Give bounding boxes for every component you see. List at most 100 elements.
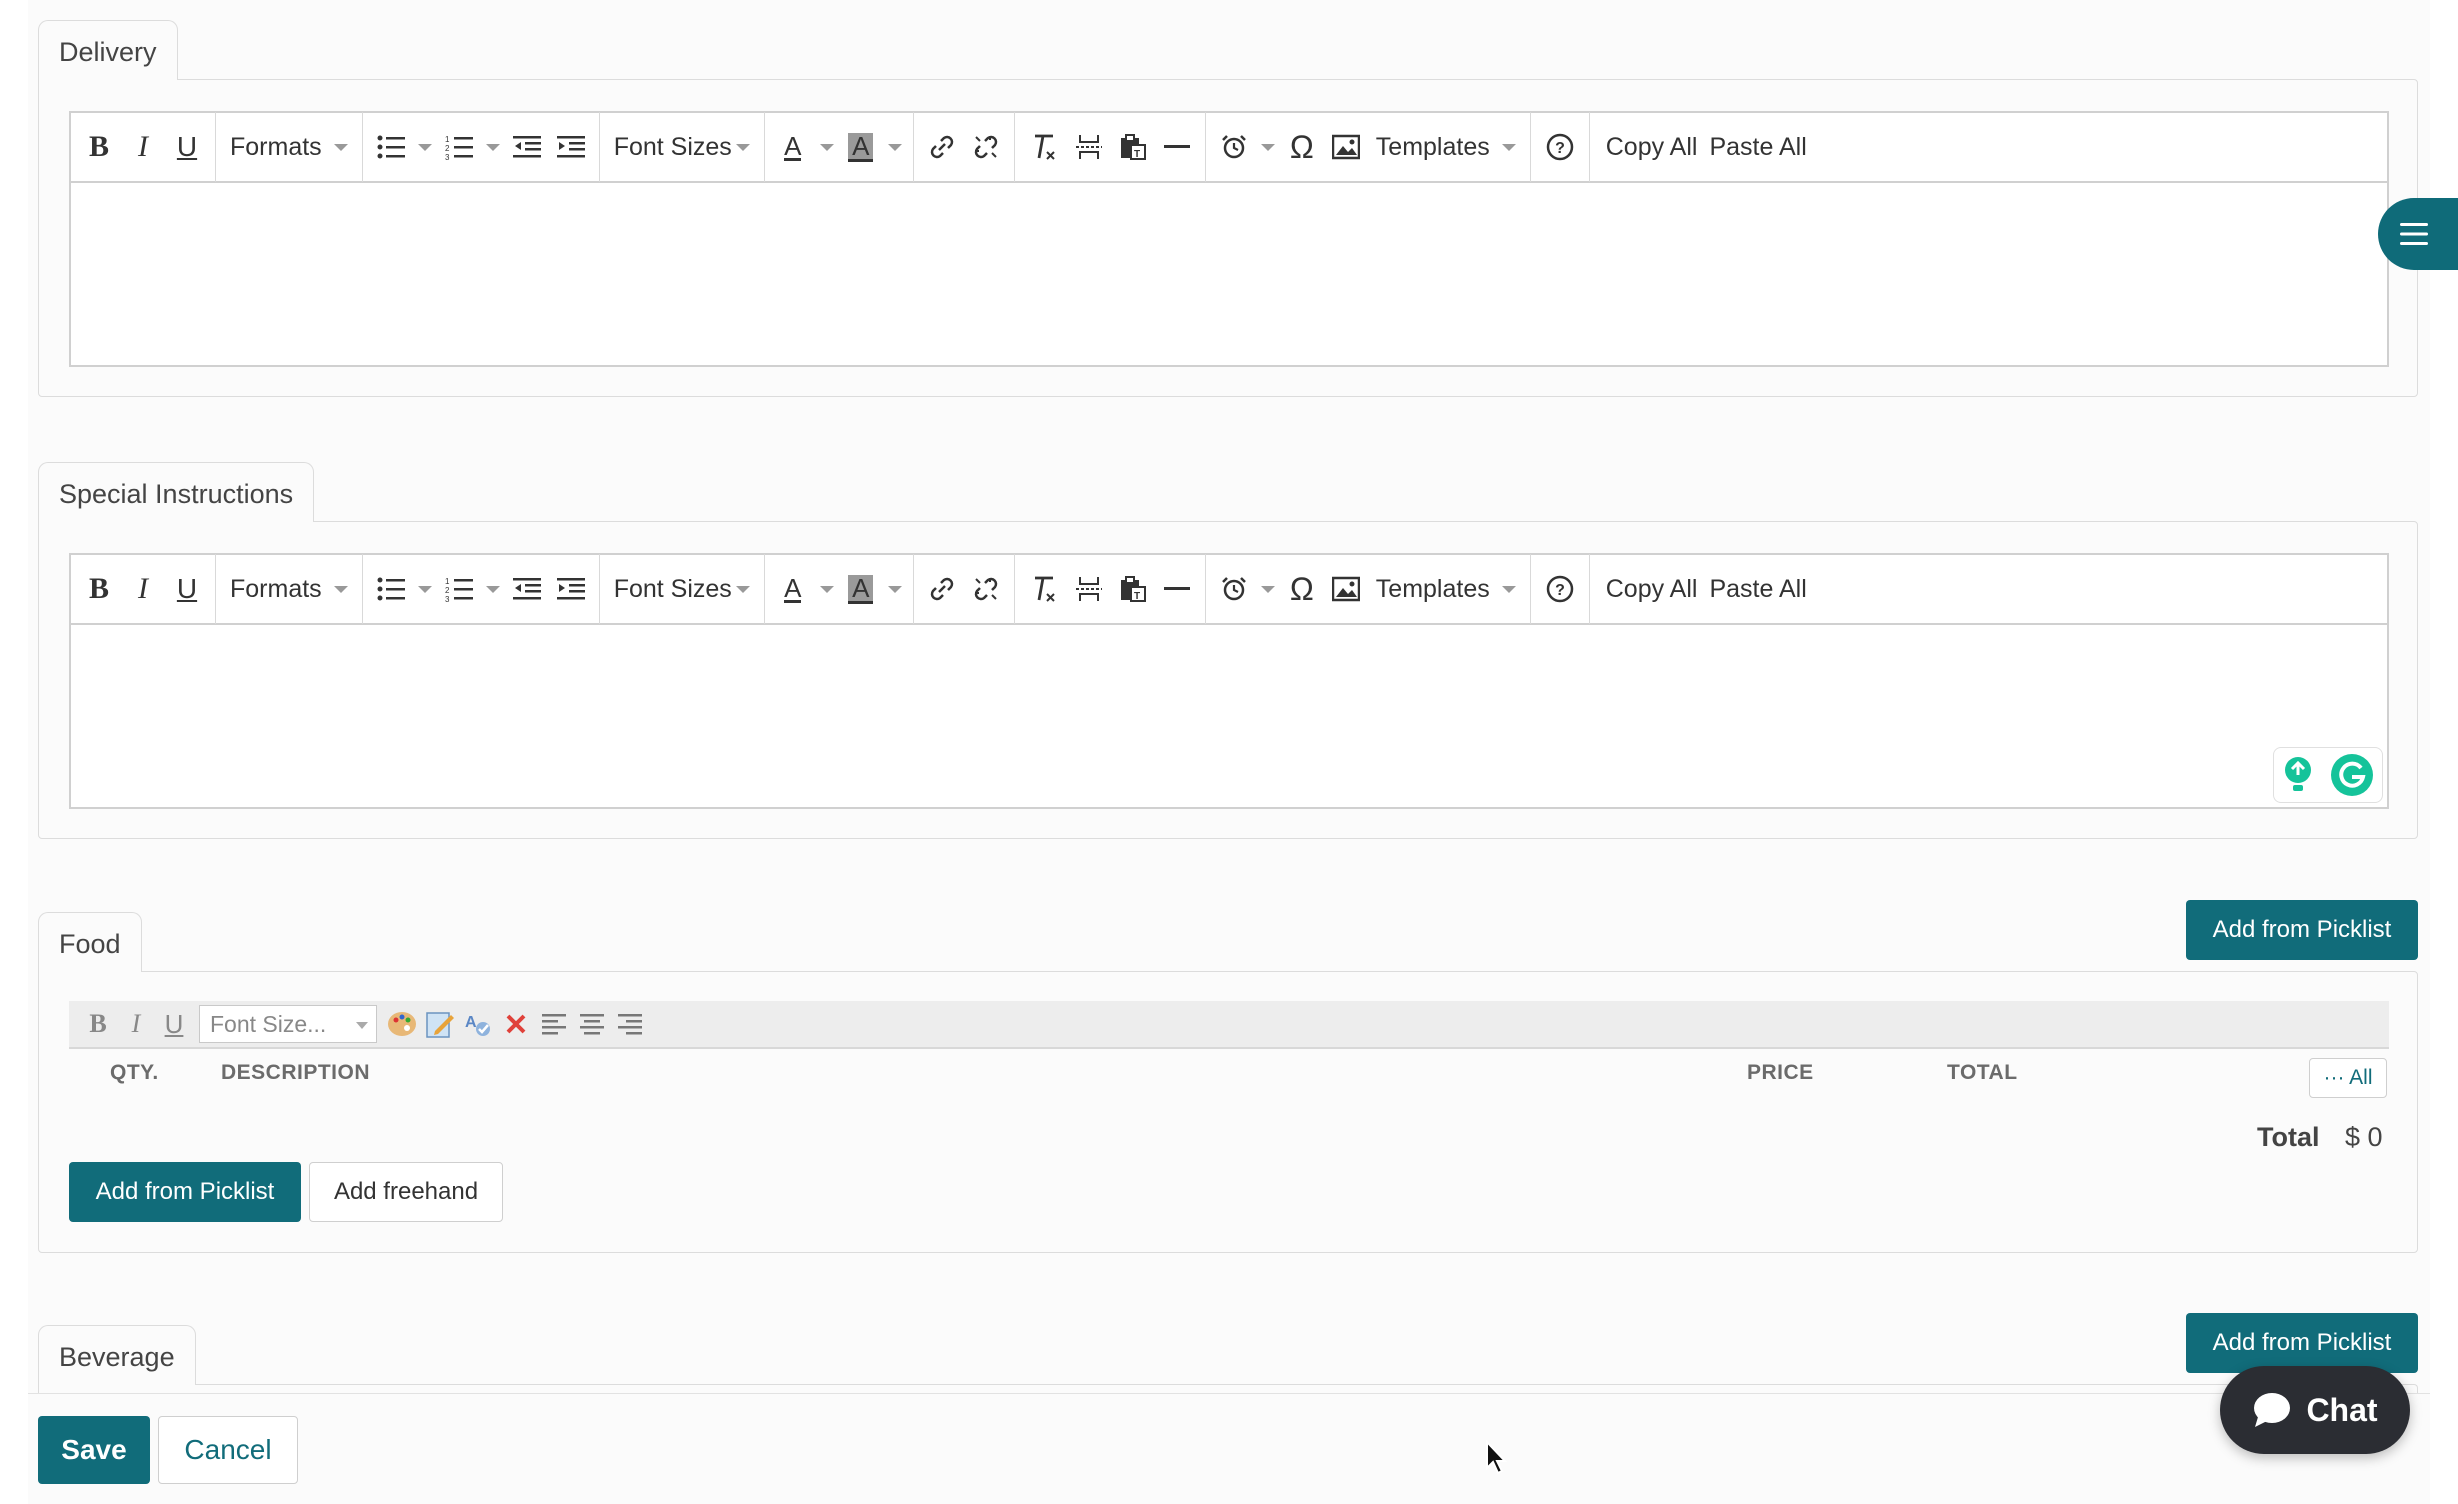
remove-format-button[interactable] <box>497 1004 535 1044</box>
underline-button[interactable]: U <box>165 125 209 169</box>
text-color-button[interactable]: A <box>771 567 815 611</box>
text-color-caret[interactable] <box>815 567 839 611</box>
page-break-button[interactable] <box>1067 125 1111 169</box>
background-color-caret[interactable] <box>883 125 907 169</box>
insert-time-caret[interactable] <box>1256 125 1280 169</box>
indent-button[interactable] <box>549 567 593 611</box>
cancel-button[interactable]: Cancel <box>158 1416 298 1484</box>
align-right-icon <box>618 1014 642 1035</box>
formats-dropdown[interactable]: Formats <box>222 567 356 611</box>
bullet-list-caret[interactable] <box>413 125 437 169</box>
text-color-caret[interactable] <box>815 125 839 169</box>
horizontal-line-button[interactable] <box>1155 125 1199 169</box>
paste-text-button[interactable]: T <box>1111 567 1155 611</box>
outdent-button[interactable] <box>505 567 549 611</box>
special-editor-body[interactable] <box>71 625 2387 805</box>
outdent-icon <box>512 136 541 158</box>
grammarly-icon[interactable] <box>2330 753 2374 797</box>
clear-formatting-button[interactable] <box>1021 567 1067 611</box>
paste-all-button[interactable]: Paste All <box>1707 133 1816 162</box>
link-icon <box>930 577 954 601</box>
background-color-button[interactable]: A <box>839 567 883 611</box>
mini-italic-button[interactable]: I <box>117 1004 155 1044</box>
text-color-button[interactable]: A <box>771 125 815 169</box>
italic-button[interactable]: I <box>121 567 165 611</box>
indent-button[interactable] <box>549 125 593 169</box>
bullet-list-caret[interactable] <box>413 567 437 611</box>
font-sizes-dropdown[interactable]: Font Sizes <box>606 567 758 611</box>
outdent-button[interactable] <box>505 125 549 169</box>
link-button[interactable] <box>920 567 964 611</box>
numbered-list-button[interactable]: 123 <box>437 125 481 169</box>
paste-all-button[interactable]: Paste All <box>1707 575 1816 604</box>
templates-dropdown[interactable]: Templates <box>1368 125 1524 169</box>
unlink-icon <box>974 135 998 159</box>
horizontal-line-button[interactable] <box>1155 567 1199 611</box>
italic-button[interactable]: I <box>121 125 165 169</box>
beverage-tab[interactable]: Beverage <box>38 1325 196 1385</box>
grammarly-widget[interactable] <box>2273 747 2383 803</box>
page-break-icon <box>1075 135 1102 159</box>
insert-time-button[interactable] <box>1212 567 1256 611</box>
numbered-list-caret[interactable] <box>481 125 505 169</box>
add-freehand-button[interactable]: Add freehand <box>309 1162 503 1222</box>
mini-bold-button[interactable]: B <box>79 1004 117 1044</box>
bullet-list-button[interactable] <box>369 567 413 611</box>
food-panel: B I U Font Size... A QTY. DESCRIPTION PR… <box>38 971 2418 1253</box>
background-color-caret[interactable] <box>883 567 907 611</box>
insert-image-button[interactable] <box>1324 125 1368 169</box>
beverage-title: Beverage <box>59 1342 175 1372</box>
mini-underline-button[interactable]: U <box>155 1004 193 1044</box>
food-add-from-picklist-header-button[interactable]: Add from Picklist <box>2186 900 2418 960</box>
clear-formatting-button[interactable] <box>1021 125 1067 169</box>
special-character-button[interactable]: Ω <box>1280 567 1324 611</box>
underline-button[interactable]: U <box>165 567 209 611</box>
add-from-picklist-button[interactable]: Add from Picklist <box>69 1162 301 1222</box>
spellcheck-button[interactable]: A <box>459 1004 497 1044</box>
align-left-button[interactable] <box>535 1004 573 1044</box>
delivery-tab[interactable]: Delivery <box>38 20 178 80</box>
insert-time-button[interactable] <box>1212 125 1256 169</box>
link-icon <box>930 135 954 159</box>
paste-text-button[interactable]: T <box>1111 125 1155 169</box>
font-sizes-dropdown[interactable]: Font Sizes <box>606 125 758 169</box>
align-right-button[interactable] <box>611 1004 649 1044</box>
beverage-add-from-picklist-button[interactable]: Add from Picklist <box>2186 1313 2418 1373</box>
templates-dropdown[interactable]: Templates <box>1368 567 1524 611</box>
page-break-button[interactable] <box>1067 567 1111 611</box>
unlink-button[interactable] <box>964 125 1008 169</box>
unlink-button[interactable] <box>964 567 1008 611</box>
edit-html-button[interactable] <box>421 1004 459 1044</box>
delivery-section: Delivery B I U Formats 1 2 3 Font Sizes … <box>38 20 2418 400</box>
numbered-list-button[interactable]: 123 <box>437 567 481 611</box>
font-size-select[interactable]: Font Size... <box>199 1005 377 1043</box>
food-tab[interactable]: Food <box>38 912 142 972</box>
special-instructions-tab[interactable]: Special Instructions <box>38 462 315 522</box>
special-instructions-panel: B I U Formats 123 Font Sizes A A T Ω Tem… <box>38 521 2418 839</box>
delivery-editor-body[interactable] <box>71 183 2387 363</box>
side-menu-button[interactable] <box>2378 198 2458 270</box>
lightbulb-icon[interactable] <box>2282 755 2314 795</box>
image-icon <box>1331 576 1360 602</box>
copy-all-button[interactable]: Copy All <box>1596 133 1708 162</box>
link-button[interactable] <box>920 125 964 169</box>
align-center-button[interactable] <box>573 1004 611 1044</box>
help-button[interactable]: ? <box>1537 567 1583 611</box>
help-button[interactable]: ? <box>1537 125 1583 169</box>
svg-text:?: ? <box>1555 140 1565 157</box>
numbered-list-caret[interactable] <box>481 567 505 611</box>
save-button[interactable]: Save <box>38 1416 150 1484</box>
insert-image-button[interactable] <box>1324 567 1368 611</box>
formats-dropdown[interactable]: Formats <box>222 125 356 169</box>
background-color-button[interactable]: A <box>839 125 883 169</box>
bold-button[interactable]: B <box>77 125 121 169</box>
copy-all-button[interactable]: Copy All <box>1596 575 1708 604</box>
bold-button[interactable]: B <box>77 567 121 611</box>
insert-time-caret[interactable] <box>1256 567 1280 611</box>
color-palette-button[interactable] <box>383 1004 421 1044</box>
all-button[interactable]: ··· All <box>2309 1058 2387 1098</box>
bullet-list-button[interactable] <box>369 125 413 169</box>
special-character-button[interactable]: Ω <box>1280 125 1324 169</box>
chat-button[interactable]: Chat <box>2220 1366 2410 1454</box>
list-group: 123 <box>363 112 600 182</box>
